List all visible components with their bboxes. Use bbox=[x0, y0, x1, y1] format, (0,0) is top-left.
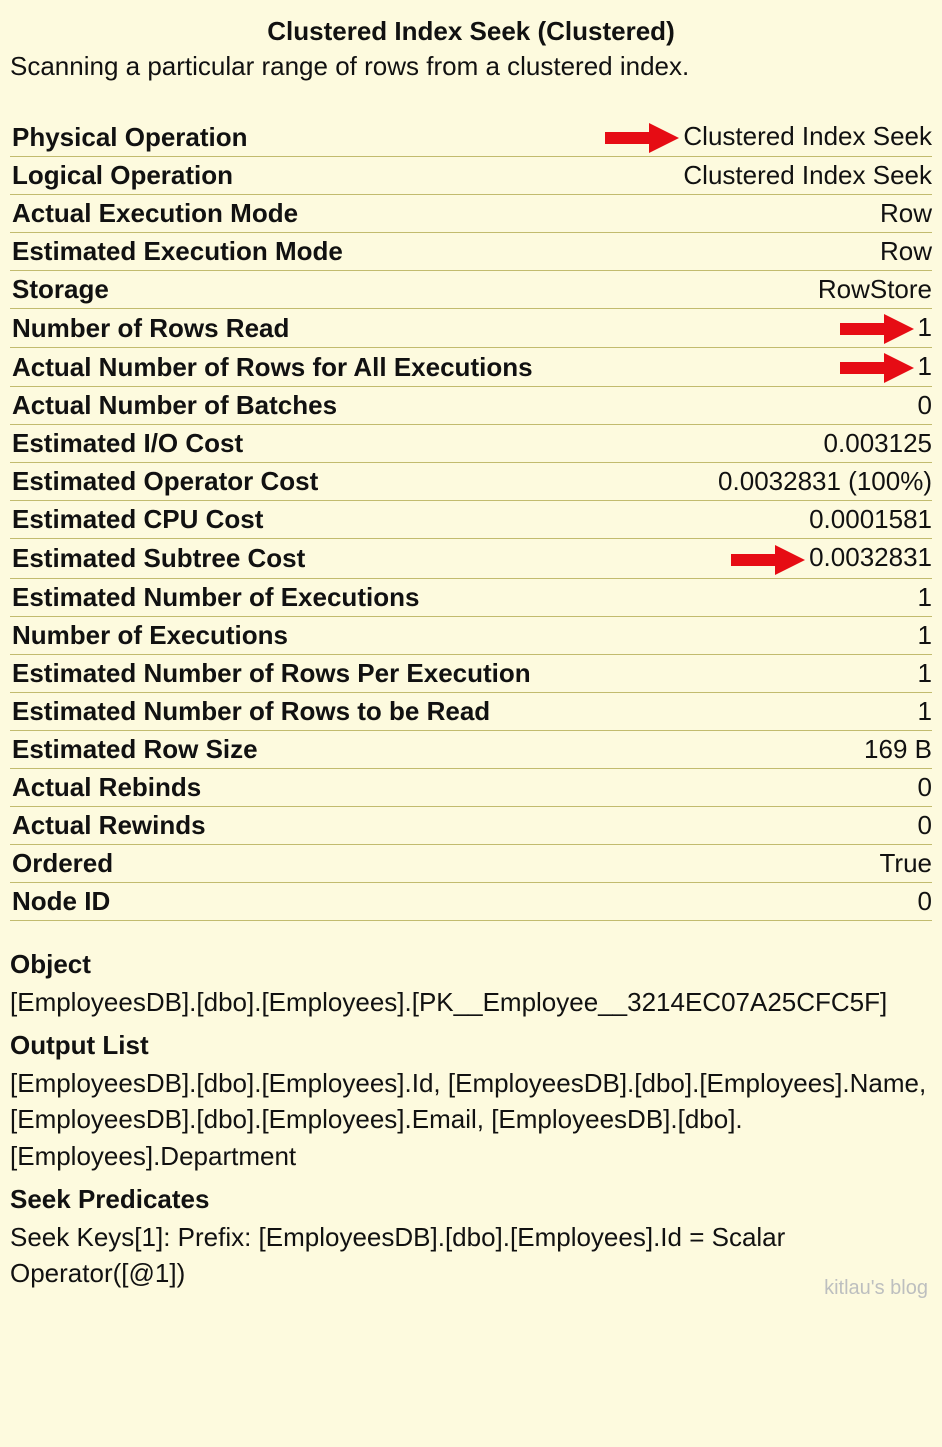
property-value-text: 1 bbox=[918, 658, 932, 688]
property-value: Row bbox=[576, 195, 932, 233]
property-value: Clustered Index Seek bbox=[576, 157, 932, 195]
property-row: Actual Execution Mode Row bbox=[10, 195, 932, 233]
property-row: Estimated Row Size 169 B bbox=[10, 730, 932, 768]
annotation-arrow-icon bbox=[731, 545, 805, 575]
output-list-heading: Output List bbox=[10, 1030, 932, 1061]
property-row: Actual Rewinds 0 bbox=[10, 806, 932, 844]
property-label: Actual Execution Mode bbox=[10, 195, 576, 233]
property-value: 0 bbox=[576, 882, 932, 920]
property-row: Estimated Number of Rows Per Execution 1 bbox=[10, 654, 932, 692]
property-label: Estimated Number of Rows Per Execution bbox=[10, 654, 576, 692]
property-value: 1 bbox=[576, 616, 932, 654]
property-value: 1 bbox=[576, 692, 932, 730]
property-row: Estimated Number of Executions 1 bbox=[10, 578, 932, 616]
tooltip-title: Clustered Index Seek (Clustered) bbox=[10, 16, 932, 47]
object-heading: Object bbox=[10, 949, 932, 980]
property-value-text: 0 bbox=[918, 810, 932, 840]
property-label: Node ID bbox=[10, 882, 576, 920]
annotation-arrow-icon bbox=[605, 123, 679, 153]
property-value: 1 bbox=[576, 578, 932, 616]
property-value: 1 bbox=[576, 348, 932, 387]
property-row: Actual Number of Rows for All Executions… bbox=[10, 348, 932, 387]
property-label: Actual Rewinds bbox=[10, 806, 576, 844]
property-label: Number of Rows Read bbox=[10, 309, 576, 348]
property-value: Clustered Index Seek bbox=[576, 118, 932, 157]
property-value: 0.0001581 bbox=[576, 501, 932, 539]
property-value-text: 1 bbox=[918, 582, 932, 612]
property-value-text: Clustered Index Seek bbox=[683, 160, 932, 190]
seek-predicates-body: Seek Keys[1]: Prefix: [EmployeesDB].[dbo… bbox=[10, 1219, 932, 1292]
property-label: Estimated CPU Cost bbox=[10, 501, 576, 539]
property-label: Estimated Subtree Cost bbox=[10, 539, 576, 578]
property-value: 169 B bbox=[576, 730, 932, 768]
property-value: RowStore bbox=[576, 271, 932, 309]
tooltip-description: Scanning a particular range of rows from… bbox=[10, 51, 932, 82]
property-label: Physical Operation bbox=[10, 118, 576, 157]
property-row: Logical Operation Clustered Index Seek bbox=[10, 157, 932, 195]
property-row: Ordered True bbox=[10, 844, 932, 882]
property-label: Actual Rebinds bbox=[10, 768, 576, 806]
property-value-text: 1 bbox=[918, 620, 932, 650]
property-label: Estimated I/O Cost bbox=[10, 425, 576, 463]
property-row: Estimated CPU Cost 0.0001581 bbox=[10, 501, 932, 539]
property-row: Number of Rows Read 1 bbox=[10, 309, 932, 348]
property-row: Estimated Operator Cost 0.0032831 (100%) bbox=[10, 463, 932, 501]
property-row: Physical Operation Clustered Index Seek bbox=[10, 118, 932, 157]
property-value-text: 0.0032831 (100%) bbox=[718, 466, 932, 496]
property-value: 0.003125 bbox=[576, 425, 932, 463]
output-list-body: [EmployeesDB].[dbo].[Employees].Id, [Emp… bbox=[10, 1065, 932, 1174]
property-label: Estimated Execution Mode bbox=[10, 233, 576, 271]
property-label: Ordered bbox=[10, 844, 576, 882]
property-value-text: RowStore bbox=[818, 274, 932, 304]
property-label: Estimated Number of Rows to be Read bbox=[10, 692, 576, 730]
property-value-text: Row bbox=[880, 236, 932, 266]
property-label: Storage bbox=[10, 271, 576, 309]
property-value: True bbox=[576, 844, 932, 882]
property-value-text: True bbox=[880, 848, 933, 878]
property-label: Actual Number of Batches bbox=[10, 387, 576, 425]
property-row: Actual Rebinds 0 bbox=[10, 768, 932, 806]
property-row: Storage RowStore bbox=[10, 271, 932, 309]
property-value-text: 169 B bbox=[864, 734, 932, 764]
property-label: Actual Number of Rows for All Executions bbox=[10, 348, 576, 387]
property-value-text: 1 bbox=[918, 312, 932, 342]
property-value-text: 0 bbox=[918, 772, 932, 802]
property-value: 0.0032831 bbox=[576, 539, 932, 578]
property-label: Logical Operation bbox=[10, 157, 576, 195]
property-value-text: 0 bbox=[918, 886, 932, 916]
query-plan-tooltip: Clustered Index Seek (Clustered) Scannin… bbox=[0, 0, 942, 1306]
property-value-text: Row bbox=[880, 198, 932, 228]
property-label: Estimated Number of Executions bbox=[10, 578, 576, 616]
seek-predicates-heading: Seek Predicates bbox=[10, 1184, 932, 1215]
property-value-text: 0.0032831 bbox=[809, 542, 932, 572]
object-body: [EmployeesDB].[dbo].[Employees].[PK__Emp… bbox=[10, 984, 932, 1020]
property-row: Number of Executions 1 bbox=[10, 616, 932, 654]
property-label: Estimated Row Size bbox=[10, 730, 576, 768]
property-value-text: Clustered Index Seek bbox=[683, 121, 932, 151]
property-value: 1 bbox=[576, 309, 932, 348]
annotation-arrow-icon bbox=[840, 314, 914, 344]
property-value-text: 0.003125 bbox=[824, 428, 932, 458]
property-row: Estimated Execution Mode Row bbox=[10, 233, 932, 271]
property-label: Estimated Operator Cost bbox=[10, 463, 576, 501]
property-value-text: 1 bbox=[918, 351, 932, 381]
property-row: Estimated I/O Cost 0.003125 bbox=[10, 425, 932, 463]
property-label: Number of Executions bbox=[10, 616, 576, 654]
property-value: 0 bbox=[576, 768, 932, 806]
property-value: 0 bbox=[576, 806, 932, 844]
property-value-text: 1 bbox=[918, 696, 932, 726]
watermark-text: kitlau's blog bbox=[824, 1277, 928, 1300]
property-value-text: 0.0001581 bbox=[809, 504, 932, 534]
property-row: Actual Number of Batches 0 bbox=[10, 387, 932, 425]
annotation-arrow-icon bbox=[840, 353, 914, 383]
property-row: Estimated Number of Rows to be Read 1 bbox=[10, 692, 932, 730]
property-row: Estimated Subtree Cost 0.0032831 bbox=[10, 539, 932, 578]
property-value: 1 bbox=[576, 654, 932, 692]
properties-table: Physical OperationClustered Index SeekLo… bbox=[10, 118, 932, 921]
property-row: Node ID 0 bbox=[10, 882, 932, 920]
property-value: Row bbox=[576, 233, 932, 271]
property-value-text: 0 bbox=[918, 390, 932, 420]
property-value: 0.0032831 (100%) bbox=[576, 463, 932, 501]
property-value: 0 bbox=[576, 387, 932, 425]
